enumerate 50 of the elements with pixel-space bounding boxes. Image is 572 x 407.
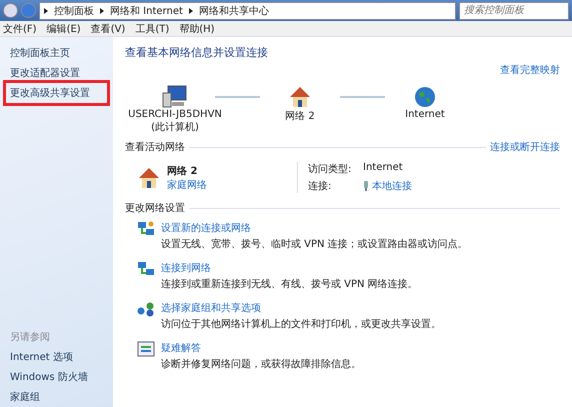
breadcrumb[interactable]: 网络和 Internet xyxy=(110,4,183,18)
field-label: 访问类型: xyxy=(308,162,352,176)
task-link[interactable]: 疑难解答 xyxy=(161,343,201,354)
back-button[interactable] xyxy=(3,3,18,18)
node-label: Internet xyxy=(405,109,445,120)
house-icon xyxy=(288,85,312,109)
sidebar-link[interactable]: 控制面板主页 xyxy=(0,43,113,63)
breadcrumb[interactable]: 网络和共享中心 xyxy=(198,4,269,18)
field-label: 连接: xyxy=(308,180,332,193)
node-label: USERCHI-JB5DHVN xyxy=(128,109,222,120)
connect-link[interactable]: 连接或断开连接 xyxy=(490,140,560,154)
homegroup-icon xyxy=(137,301,155,317)
task-link[interactable]: 连接到网络 xyxy=(161,263,211,274)
section-heading: 查看活动网络 xyxy=(125,140,185,154)
breadcrumb[interactable]: 控制面板 xyxy=(54,4,94,18)
sidebar-link[interactable]: Windows 防火墙 xyxy=(0,367,113,387)
house-icon xyxy=(137,166,161,190)
field-value: Internet xyxy=(363,162,404,175)
menu-item[interactable]: 帮助(H) xyxy=(179,22,215,36)
address-bar[interactable]: 控制面板 网络和 Internet 网络和共享中心 xyxy=(39,2,456,20)
section-heading: 更改网络设置 xyxy=(125,202,185,215)
globe-icon xyxy=(413,85,437,109)
menu-item[interactable]: 文件(F) xyxy=(3,22,37,36)
network-icon xyxy=(137,221,155,237)
task-description: 诊断并修复网络问题，或获得故障排除信息。 xyxy=(161,358,361,371)
sidebar-link[interactable]: Internet 选项 xyxy=(0,347,113,367)
section-heading: 另请参阅 xyxy=(9,330,51,345)
troubleshoot-icon xyxy=(137,341,155,357)
task-link[interactable]: 选择家庭组和共享选项 xyxy=(161,303,261,314)
network-type-link[interactable]: 家庭网络 xyxy=(167,180,207,190)
task-description: 连接到或重新连接到无线、有线、拨号或 VPN 网络连接。 xyxy=(161,278,418,291)
sidebar-link[interactable]: 家庭组 xyxy=(0,387,113,407)
menu-item[interactable]: 工具(T) xyxy=(135,22,170,36)
task-description: 访问位于其他网络计算机上的文件和打印机，或更改共享设置。 xyxy=(161,318,441,331)
search-field[interactable]: 搜索控制面板 xyxy=(459,2,569,20)
connection-link[interactable]: 本地连接 xyxy=(372,179,412,193)
network-name: 网络 2 xyxy=(167,164,198,178)
node-label: 网络 2 xyxy=(285,110,315,123)
sidebar-link[interactable]: 更改适配器设置 xyxy=(0,63,113,83)
task-link[interactable]: 设置新的连接或网络 xyxy=(161,223,251,234)
computer-icon xyxy=(162,85,188,109)
sidebar-link[interactable]: 更改高级共享设置 xyxy=(6,83,107,103)
node-sublabel: (此计算机) xyxy=(151,120,199,134)
plug-icon xyxy=(363,181,369,191)
page-title: 查看基本网络信息并设置连接 xyxy=(125,45,268,61)
full-map-link[interactable]: 查看完整映射 xyxy=(500,63,560,77)
menu-item[interactable]: 编辑(E) xyxy=(46,22,81,36)
task-description: 设置无线、宽带、拨号、临时或 VPN 连接；或设置路由器或访问点。 xyxy=(161,238,468,251)
menu-item[interactable]: 查看(V) xyxy=(90,22,126,36)
network-icon xyxy=(137,261,155,277)
